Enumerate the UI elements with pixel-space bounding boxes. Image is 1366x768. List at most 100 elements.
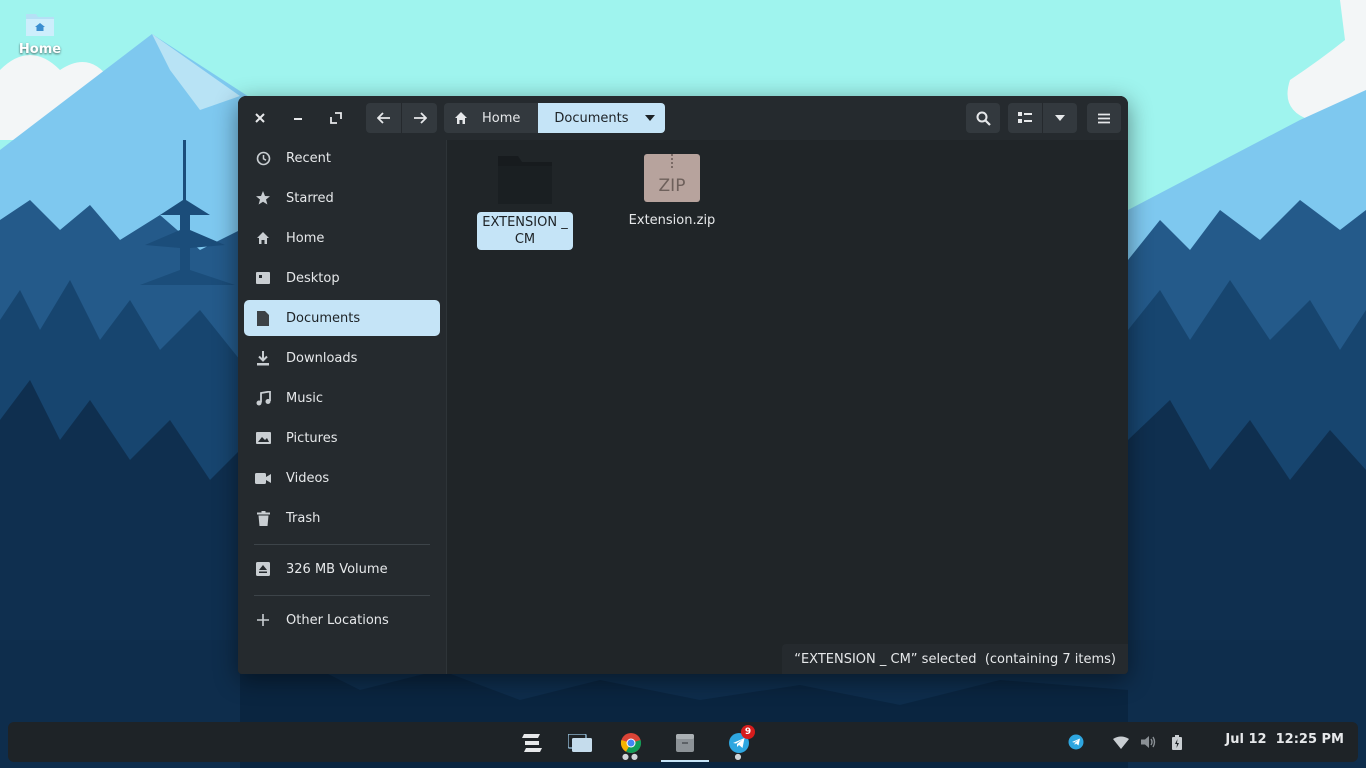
- search-icon: [976, 111, 991, 126]
- view-toggle-button[interactable]: [1008, 103, 1043, 133]
- taskbar-chrome[interactable]: ●●: [613, 728, 649, 761]
- running-indicator: ●●: [622, 752, 640, 761]
- plus-icon: [254, 611, 272, 629]
- path-current-label: Documents: [554, 110, 629, 126]
- caret-down-icon[interactable]: [644, 115, 655, 121]
- zip-type-label: ZIP: [658, 176, 686, 196]
- taskbar-files[interactable]: [661, 728, 709, 762]
- close-button[interactable]: [245, 103, 275, 133]
- chrome-icon: [620, 733, 642, 753]
- view-buttons: [1008, 103, 1077, 133]
- picture-icon: [254, 429, 272, 447]
- sidebar-item-label: Downloads: [286, 350, 358, 366]
- arrow-right-icon: [413, 112, 427, 124]
- sidebar-item-label: 326 MB Volume: [286, 561, 388, 577]
- tray-wifi[interactable]: [1111, 732, 1131, 752]
- telegram-tray-icon: [1068, 734, 1084, 750]
- sidebar-item-label: Music: [286, 390, 323, 406]
- path-home-button[interactable]: Home: [444, 103, 539, 133]
- sidebar-item-starred[interactable]: Starred: [244, 180, 440, 216]
- clock-icon: [254, 149, 272, 167]
- zip-archive-icon: ZIP: [644, 154, 700, 202]
- forward-button[interactable]: [402, 103, 437, 133]
- taskbar-windows-button[interactable]: [562, 728, 598, 758]
- minimize-icon: [294, 118, 302, 120]
- tray-battery[interactable]: [1167, 732, 1187, 752]
- headerbar: Home Documents: [238, 96, 1128, 140]
- path-documents-button[interactable]: Documents: [538, 103, 665, 133]
- desktop-home-icon[interactable]: Home: [16, 10, 64, 57]
- sidebar-item-other-locations[interactable]: Other Locations: [244, 602, 440, 638]
- sidebar-item-home[interactable]: Home: [244, 220, 440, 256]
- caret-down-icon: [1055, 115, 1065, 121]
- sidebar-item-trash[interactable]: Trash: [244, 500, 440, 536]
- folder-icon: [24, 10, 56, 38]
- running-indicator: ●: [734, 752, 744, 761]
- sidebar-item-downloads[interactable]: Downloads: [244, 340, 440, 376]
- minimize-button[interactable]: [283, 103, 313, 133]
- download-icon: [254, 349, 272, 367]
- navigation-buttons: [366, 103, 437, 133]
- sidebar-item-label: Trash: [286, 510, 321, 526]
- desktop-icon: [254, 269, 272, 287]
- active-app-indicator: [661, 760, 709, 762]
- path-home-label: Home: [482, 110, 521, 126]
- notification-badge: 9: [741, 725, 755, 739]
- hamburger-menu-icon: [1098, 113, 1110, 123]
- tray-volume[interactable]: [1139, 732, 1159, 752]
- places-sidebar: Recent Starred Home Desktop Documents Do…: [238, 140, 447, 674]
- battery-icon: [1172, 734, 1182, 750]
- volume-icon: [1141, 736, 1156, 748]
- windows-overview-icon: [568, 734, 592, 752]
- sidebar-item-music[interactable]: Music: [244, 380, 440, 416]
- sidebar-item-label: Other Locations: [286, 612, 389, 628]
- file-item-folder[interactable]: EXTENSION _ CM: [477, 154, 573, 250]
- menu-button[interactable]: [1087, 103, 1121, 133]
- sidebar-separator: [254, 595, 430, 596]
- view-options-button[interactable]: [1043, 103, 1077, 133]
- sidebar-item-videos[interactable]: Videos: [244, 460, 440, 496]
- home-icon: [455, 112, 467, 124]
- wifi-icon: [1113, 736, 1129, 749]
- sidebar-item-recent[interactable]: Recent: [244, 140, 440, 176]
- zipper-mark: [671, 154, 673, 168]
- trash-icon: [254, 509, 272, 527]
- sidebar-item-desktop[interactable]: Desktop: [244, 260, 440, 296]
- music-icon: [254, 389, 272, 407]
- search-button[interactable]: [966, 103, 1000, 133]
- sidebar-item-label: Documents: [286, 310, 361, 326]
- maximize-button[interactable]: [321, 103, 351, 133]
- file-view: EXTENSION _ CM ZIP Extension.zip “EXTENS…: [447, 140, 1128, 674]
- maximize-icon: [330, 112, 342, 124]
- video-icon: [254, 469, 272, 487]
- close-icon: [255, 113, 265, 123]
- app-menu-button[interactable]: [514, 728, 550, 758]
- sidebar-separator: [254, 544, 430, 545]
- document-icon: [254, 309, 272, 327]
- file-manager-icon: [676, 734, 694, 752]
- drive-icon: [254, 560, 272, 578]
- taskbar-telegram[interactable]: 9 ●: [721, 725, 757, 761]
- sidebar-item-label: Recent: [286, 150, 331, 166]
- taskbar: ●● 9 ● Jul 12 12:25 PM: [8, 722, 1358, 762]
- desktop-home-label: Home: [18, 42, 62, 57]
- sidebar-item-label: Starred: [286, 190, 334, 206]
- back-button[interactable]: [366, 103, 402, 133]
- sidebar-item-pictures[interactable]: Pictures: [244, 420, 440, 456]
- clock[interactable]: Jul 12 12:25 PM: [1225, 732, 1344, 747]
- list-view-icon: [1018, 112, 1032, 123]
- sidebar-item-label: Home: [286, 230, 325, 246]
- zorin-logo-icon: [522, 734, 542, 752]
- sidebar-item-documents[interactable]: Documents: [244, 300, 440, 336]
- file-item-zip[interactable]: ZIP Extension.zip: [624, 154, 720, 231]
- sidebar-item-label: Desktop: [286, 270, 340, 286]
- sidebar-item-label: Pictures: [286, 430, 338, 446]
- sidebar-item-volume[interactable]: 326 MB Volume: [244, 551, 440, 587]
- tray-telegram[interactable]: [1066, 732, 1086, 752]
- folder-icon: [498, 156, 552, 204]
- home-icon: [254, 229, 272, 247]
- star-icon: [254, 189, 272, 207]
- arrow-left-icon: [376, 112, 390, 124]
- file-name: EXTENSION _ CM: [477, 212, 573, 250]
- file-name: Extension.zip: [628, 213, 716, 228]
